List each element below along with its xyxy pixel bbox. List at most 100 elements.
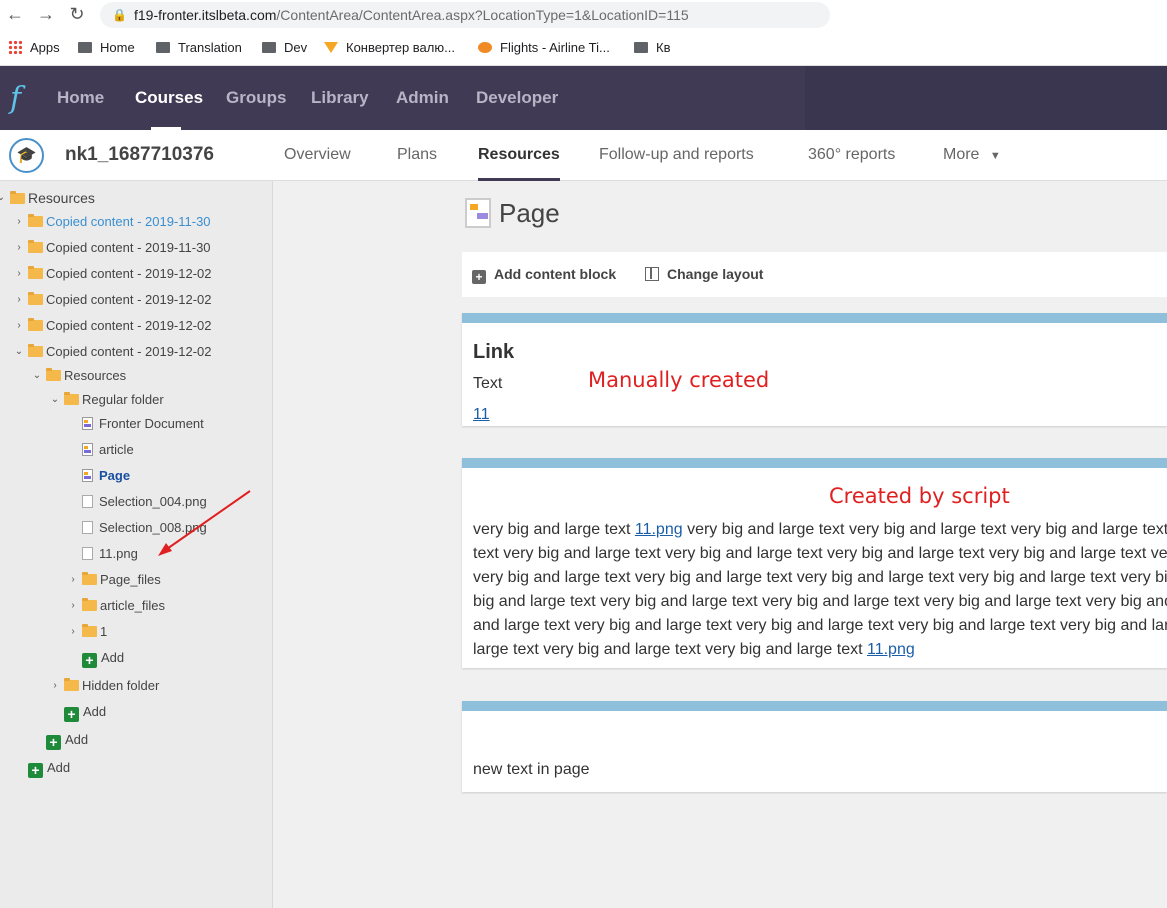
tree-label: Regular folder xyxy=(82,392,164,407)
tab-overview[interactable]: Overview xyxy=(284,146,351,164)
tree-label: Resources xyxy=(64,368,127,383)
tree-item-copied-5[interactable]: › Copied content - 2019-12-02 xyxy=(17,315,212,337)
text-run: very big and large text xyxy=(473,521,635,538)
bookmark-label: Translation xyxy=(178,40,242,55)
tree-item-copied-3[interactable]: › Copied content - 2019-12-02 xyxy=(17,263,212,285)
tree-label: Copied content - 2019-12-02 xyxy=(46,318,212,333)
forward-icon[interactable]: → xyxy=(35,4,57,24)
tree-folder-hidden[interactable]: › Hidden folder xyxy=(53,675,159,697)
bookmark-home[interactable]: Home xyxy=(78,40,135,55)
content-block-script[interactable]: Created by script very big and large tex… xyxy=(462,458,1167,668)
bookmark-dev[interactable]: Dev xyxy=(262,40,307,55)
file-icon xyxy=(82,521,93,534)
tree-file-selection-008[interactable]: Selection_008.png xyxy=(82,517,207,539)
annotation-manually-created: Manually created xyxy=(588,368,770,392)
tree-file-article[interactable]: article xyxy=(82,439,134,461)
bookmark-label: Конвертер валю... xyxy=(346,40,455,55)
tree-label: Copied content - 2019-12-02 xyxy=(46,292,212,307)
change-layout-button[interactable]: Change layout xyxy=(645,266,763,282)
nav-admin[interactable]: Admin xyxy=(396,88,449,108)
plus-icon: + xyxy=(472,270,486,284)
chevron-down-icon[interactable]: ⌄ xyxy=(50,389,60,411)
bookmark-apps[interactable]: Apps xyxy=(8,40,60,55)
text-line: very big and large text 11.png very big … xyxy=(473,518,1167,542)
tree-item-regular-folder[interactable]: ⌄ Regular folder xyxy=(51,389,164,411)
chevron-right-icon[interactable]: › xyxy=(68,569,78,591)
inline-link[interactable]: 11.png xyxy=(635,521,683,538)
page-icon xyxy=(465,198,491,228)
tree-folder-1[interactable]: › 1 xyxy=(71,621,107,643)
content-block-text[interactable]: new text in page xyxy=(462,701,1167,792)
folder-icon xyxy=(64,678,79,691)
folder-icon xyxy=(28,266,43,279)
chevron-right-icon[interactable]: › xyxy=(50,675,60,697)
nav-library[interactable]: Library xyxy=(311,88,369,108)
chevron-right-icon[interactable]: › xyxy=(68,621,78,643)
tab-follow-up[interactable]: Follow-up and reports xyxy=(599,146,754,164)
add-content-block-button[interactable]: + Add content block xyxy=(472,266,616,284)
chevron-down-icon[interactable]: ⌄ xyxy=(32,365,42,387)
tree-file-fronter-document[interactable]: Fronter Document xyxy=(82,413,204,435)
bookmark-kv[interactable]: Кв xyxy=(634,40,670,55)
button-label: Add content block xyxy=(494,266,617,282)
tree-label: Fronter Document xyxy=(99,416,204,431)
folder-icon xyxy=(634,42,648,53)
tree-file-selection-004[interactable]: Selection_004.png xyxy=(82,491,207,513)
chevron-right-icon[interactable]: › xyxy=(14,237,24,259)
chevron-right-icon[interactable]: › xyxy=(14,289,24,311)
folder-icon xyxy=(46,368,61,381)
back-icon[interactable]: ← xyxy=(4,4,26,24)
tree-add-button[interactable]: + Add xyxy=(46,729,88,751)
chevron-down-icon[interactable]: ⌄ xyxy=(0,187,6,209)
nav-developer[interactable]: Developer xyxy=(476,88,558,108)
nav-courses[interactable]: Courses xyxy=(135,88,203,108)
url-input[interactable]: 🔒 f19-fronter.itslbeta.com/ContentArea/C… xyxy=(100,2,830,28)
nav-home[interactable]: Home xyxy=(57,88,104,108)
chevron-right-icon[interactable]: › xyxy=(14,315,24,337)
button-label: Change layout xyxy=(667,266,764,282)
block-link[interactable]: 11 xyxy=(473,406,490,424)
tab-more[interactable]: More ▼ xyxy=(943,146,1001,164)
tree-item-copied-1[interactable]: › Copied content - 2019-11-30 xyxy=(17,211,211,233)
nav-groups[interactable]: Groups xyxy=(226,88,286,108)
folder-icon xyxy=(156,42,170,53)
tree-item-copied-6[interactable]: ⌄ Copied content - 2019-12-02 xyxy=(15,341,212,363)
tree-label: article xyxy=(99,442,134,457)
folder-icon xyxy=(78,42,92,53)
chevron-right-icon[interactable]: › xyxy=(68,595,78,617)
folder-icon xyxy=(28,214,43,227)
tree-add-button[interactable]: + Add xyxy=(64,701,106,723)
tree-file-11-png[interactable]: 11.png xyxy=(82,543,138,565)
tree-item-resources[interactable]: ⌄ Resources xyxy=(33,365,127,387)
tree-item-copied-2[interactable]: › Copied content - 2019-11-30 xyxy=(17,237,211,259)
content-block-link[interactable]: Link Text 11 Manually created xyxy=(462,313,1167,426)
tree-file-page[interactable]: Page xyxy=(82,465,130,487)
chevron-down-icon[interactable]: ⌄ xyxy=(14,341,24,363)
bookmark-converter[interactable]: Конвертер валю... xyxy=(324,40,455,55)
inline-link[interactable]: 11.png xyxy=(867,641,915,658)
reload-icon[interactable]: ↻ xyxy=(66,4,88,24)
fronter-logo-icon[interactable]: f xyxy=(10,82,40,116)
graduation-cap-icon: 🎓 xyxy=(9,138,44,173)
tree-add-button[interactable]: + Add xyxy=(28,757,70,779)
chevron-right-icon[interactable]: › xyxy=(14,211,24,233)
tree-item-copied-4[interactable]: › Copied content - 2019-12-02 xyxy=(17,289,212,311)
tab-resources[interactable]: Resources xyxy=(478,146,560,164)
tree-root[interactable]: ⌄ Resources xyxy=(0,187,95,209)
tree-label: Selection_004.png xyxy=(99,494,207,509)
file-icon xyxy=(82,547,93,560)
plus-icon: + xyxy=(46,735,61,750)
bookmark-label: Home xyxy=(100,40,135,55)
chevron-right-icon[interactable]: › xyxy=(14,263,24,285)
tree-label: Copied content - 2019-11-30 xyxy=(46,240,211,255)
tab-360-reports[interactable]: 360° reports xyxy=(808,146,895,164)
bookmark-flights[interactable]: Flights - Airline Ti... xyxy=(478,40,610,55)
tree-folder-page-files[interactable]: › Page_files xyxy=(71,569,161,591)
tab-plans[interactable]: Plans xyxy=(397,146,437,164)
tree-add-button[interactable]: + Add xyxy=(82,647,124,669)
tree-label: Selection_008.png xyxy=(99,520,207,535)
tree-label: article_files xyxy=(100,598,166,613)
tree-label: Page xyxy=(99,468,131,483)
tree-folder-article-files[interactable]: › article_files xyxy=(71,595,166,617)
bookmark-translation[interactable]: Translation xyxy=(156,40,242,55)
